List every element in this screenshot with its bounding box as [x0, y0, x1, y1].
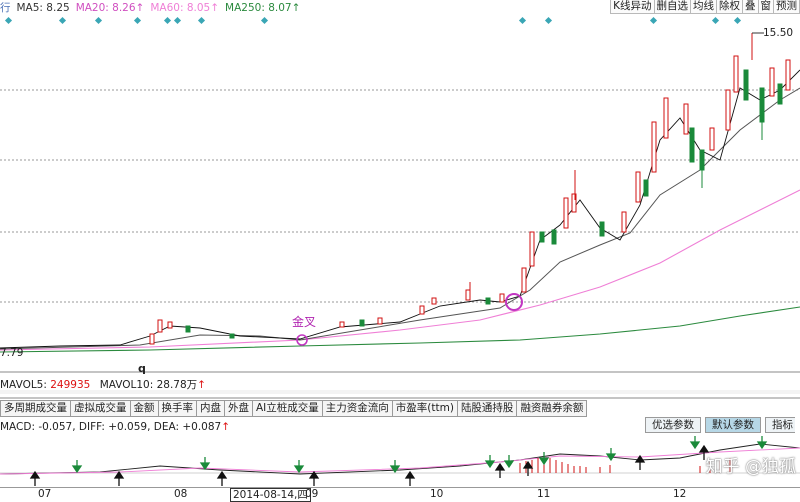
buy-arrow-icon	[522, 460, 534, 476]
sell-arrow-icon	[605, 448, 617, 462]
axis-label-09: 09	[305, 488, 319, 500]
sell-arrow-icon	[756, 436, 768, 450]
tab-turnover[interactable]: 换手率	[158, 400, 197, 417]
buy-arrow-icon	[29, 470, 41, 486]
macd-histogram	[519, 457, 731, 473]
time-axis: 07 08 2014-08-14,四 09 10 11 12	[0, 487, 800, 502]
sell-arrows	[71, 436, 768, 474]
sell-arrow-icon	[689, 436, 701, 450]
sell-arrow-icon	[484, 455, 496, 469]
preferred-params-button[interactable]: 优选参数	[645, 417, 701, 433]
parameter-tabs: 优选参数 默认参数 指标	[645, 417, 795, 433]
buy-arrows	[29, 444, 710, 486]
macd-legend: MACD: -0.057, DIFF: +0.059, DEA: +0.087↑	[0, 421, 231, 433]
dea-value: DEA: +0.087	[153, 421, 222, 433]
tab-hk-connect-holding[interactable]: 陆股通持股	[457, 400, 518, 417]
axis-label-11: 11	[537, 488, 551, 500]
buy-arrow-icon	[308, 470, 320, 486]
buy-arrow-icon	[216, 470, 228, 486]
buy-arrow-icon	[634, 454, 646, 470]
sell-arrow-icon	[71, 460, 83, 474]
tab-margin-balance[interactable]: 融资融券余额	[517, 400, 588, 417]
axis-label-07: 07	[38, 488, 52, 500]
indicator-button[interactable]: 指标	[765, 417, 795, 433]
ma5-line	[0, 69, 800, 349]
tab-main-capital-flow[interactable]: 主力资金流向	[322, 400, 393, 417]
macd-arrow: ↑	[221, 421, 231, 433]
grid-lines	[0, 89, 800, 303]
tab-multi-period-volume[interactable]: 多周期成交量	[0, 400, 71, 417]
tab-amount[interactable]: 金额	[130, 400, 159, 417]
tab-virtual-volume[interactable]: 虚拟成交量	[71, 400, 131, 417]
macd-value: MACD: -0.057	[0, 421, 73, 433]
marker-q-label: q	[138, 362, 146, 375]
tab-ai-volume[interactable]: AI立桩成交量	[253, 400, 323, 417]
golden-cross-label: 金叉	[292, 315, 317, 329]
diff-value: DIFF: +0.059	[78, 421, 148, 433]
ma20-line	[0, 87, 800, 350]
axis-label-08: 08	[174, 488, 188, 500]
macd-diff-line	[0, 443, 800, 475]
tab-outer-volume[interactable]: 外盘	[225, 400, 253, 417]
default-params-button[interactable]: 默认参数	[705, 417, 761, 433]
mavol10-arrow: ↑	[197, 379, 206, 391]
volume-legend: MAVOL5: 249935 MAVOL10: 28.78万↑	[0, 377, 206, 391]
sell-arrow-icon	[199, 457, 211, 471]
watermark-text: 知乎 @独孤	[705, 457, 796, 477]
buy-arrow-icon	[494, 462, 506, 478]
tab-inner-volume[interactable]: 内盘	[197, 400, 225, 417]
axis-label-12: 12	[673, 488, 687, 500]
sell-arrow-icon	[538, 452, 550, 466]
mavol5-label: MAVOL5:	[0, 379, 51, 391]
mavol5-value: 249935	[50, 379, 91, 391]
low-price-label: 7.79	[0, 347, 24, 359]
peak-price-label: 15.50	[763, 27, 794, 39]
indicator-tabs: 多周期成交量 虚拟成交量 金额 换手率 内盘 外盘 AI立桩成交量 主力资金流向…	[0, 400, 588, 417]
buy-arrow-icon	[404, 470, 416, 486]
axis-label-10: 10	[430, 488, 444, 500]
sell-arrow-icon	[293, 460, 305, 474]
buy-arrow-icon	[113, 470, 125, 486]
sell-arrow-icon	[503, 455, 515, 469]
candles	[149, 32, 791, 345]
mavol10-label: MAVOL10: 28.78万	[99, 379, 198, 391]
tab-pe-ttm[interactable]: 市盈率(ttm)	[392, 400, 458, 417]
